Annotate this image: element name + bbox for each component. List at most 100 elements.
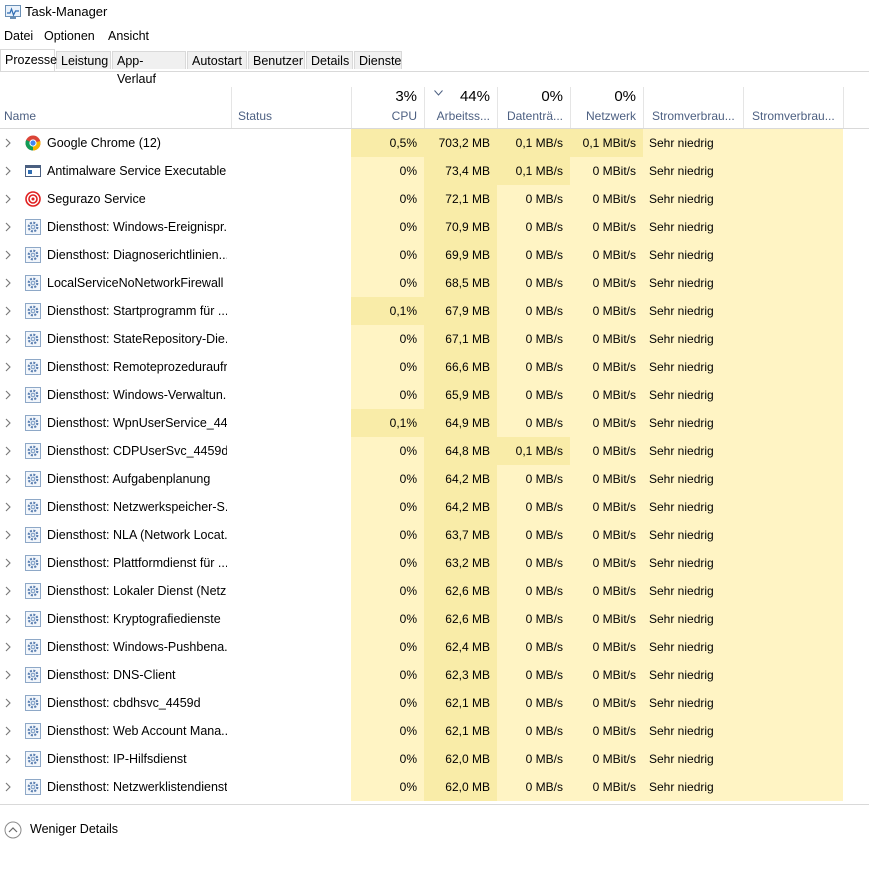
gear-icon <box>25 359 41 375</box>
expand-chevron-icon[interactable] <box>4 278 12 288</box>
expand-chevron-icon[interactable] <box>4 782 12 792</box>
table-row[interactable]: Diensthost: Windows-Pushbena... 0% 62,4 MB… <box>0 633 869 661</box>
power-usage-value: Sehr niedrig <box>643 773 743 801</box>
expand-chevron-icon[interactable] <box>4 586 12 596</box>
expand-chevron-icon[interactable] <box>4 166 12 176</box>
expand-chevron-icon[interactable] <box>4 614 12 624</box>
table-row[interactable]: Diensthost: Netzwerkspeicher-S... 0% 64,2 … <box>0 493 869 521</box>
title-bar: Task-Manager <box>0 0 874 24</box>
table-row[interactable]: Diensthost: Kryptografiedienste 0% 62,6 MB… <box>0 605 869 633</box>
power-trend-value <box>743 717 843 745</box>
expand-chevron-icon[interactable] <box>4 334 12 344</box>
table-row[interactable]: Diensthost: Startprogramm für ... 0,1% 67,… <box>0 297 869 325</box>
power-usage-value: Sehr niedrig <box>643 689 743 717</box>
column-header-name[interactable]: Name <box>0 87 231 128</box>
table-row[interactable]: Diensthost: Lokaler Dienst (Netz... 0% 62,… <box>0 577 869 605</box>
tab-benutzer[interactable]: Benutzer <box>248 51 305 69</box>
fewer-details-link[interactable]: Weniger Details <box>30 822 118 836</box>
column-header-power-trend[interactable]: Stromverbrau... <box>743 87 843 128</box>
table-row[interactable]: Diensthost: Windows-Ereignispr... 0% 70,9 … <box>0 213 869 241</box>
column-header-memory[interactable]: 44% Arbeitss... <box>424 87 497 128</box>
table-row[interactable]: Diensthost: Netzwerklistendienst 0% 62,0 M… <box>0 773 869 801</box>
tab-autostart[interactable]: Autostart <box>187 51 247 69</box>
table-row[interactable]: Segurazo Service 0% 72,1 MB 0 MB/s 0 MBit/s S… <box>0 185 869 213</box>
network-value: 0 MBit/s <box>570 241 643 269</box>
cpu-value: 0% <box>351 745 424 773</box>
process-name: Diensthost: CDPUserSvc_4459d <box>47 444 227 458</box>
expand-chevron-icon[interactable] <box>4 530 12 540</box>
disk-value: 0 MB/s <box>497 465 570 493</box>
tab-dienste[interactable]: Dienste <box>354 51 402 69</box>
power-trend-value <box>743 689 843 717</box>
power-usage-value: Sehr niedrig <box>643 269 743 297</box>
disk-value: 0 MB/s <box>497 241 570 269</box>
memory-value: 64,2 MB <box>424 493 497 521</box>
table-row[interactable]: LocalServiceNoNetworkFirewall ... 0% 68,5 … <box>0 269 869 297</box>
expand-chevron-icon[interactable] <box>4 194 12 204</box>
collapse-up-icon[interactable] <box>4 821 22 839</box>
power-usage-value: Sehr niedrig <box>643 213 743 241</box>
expand-chevron-icon[interactable] <box>4 306 12 316</box>
tab-leistung[interactable]: Leistung <box>56 51 111 69</box>
column-header-cpu[interactable]: 3% CPU <box>351 87 424 128</box>
table-row[interactable]: Diensthost: NLA (Network Locat... 0% 63,7 … <box>0 521 869 549</box>
gear-icon <box>25 555 41 571</box>
table-row[interactable]: Diensthost: DNS-Client 0% 62,3 MB 0 MB/s 0 M… <box>0 661 869 689</box>
table-row[interactable]: Diensthost: Windows-Verwaltun... 0% 65,9 M… <box>0 381 869 409</box>
memory-value: 67,9 MB <box>424 297 497 325</box>
tab-prozesse[interactable]: Prozesse <box>0 49 57 71</box>
cpu-value: 0% <box>351 353 424 381</box>
table-row[interactable]: Diensthost: cbdhsvc_4459d 0% 62,1 MB 0 MB/s… <box>0 689 869 717</box>
column-header-status[interactable]: Status <box>231 87 351 128</box>
column-header-disk[interactable]: 0% Datenträ... <box>497 87 570 128</box>
memory-value: 62,3 MB <box>424 661 497 689</box>
table-row[interactable]: Google Chrome (12) 0,5% 703,2 MB 0,1 MB/s 0,… <box>0 129 869 157</box>
table-row[interactable]: Diensthost: IP-Hilfsdienst 0% 62,0 MB 0 MB/… <box>0 745 869 773</box>
cpu-value: 0% <box>351 437 424 465</box>
memory-value: 64,8 MB <box>424 437 497 465</box>
gear-icon <box>25 387 41 403</box>
table-row[interactable]: Diensthost: CDPUserSvc_4459d 0% 64,8 MB 0,1… <box>0 437 869 465</box>
expand-chevron-icon[interactable] <box>4 502 12 512</box>
memory-value: 62,0 MB <box>424 745 497 773</box>
expand-chevron-icon[interactable] <box>4 446 12 456</box>
tab-app-verlauf[interactable]: App-Verlauf <box>112 51 186 86</box>
table-row[interactable]: Diensthost: Remoteprozeduraufr... 0% 66,6 … <box>0 353 869 381</box>
expand-chevron-icon[interactable] <box>4 670 12 680</box>
table-row[interactable]: Diensthost: Diagnoserichtlinien... 0% 69,9… <box>0 241 869 269</box>
table-row[interactable]: Diensthost: Web Account Mana... 0% 62,1 MB… <box>0 717 869 745</box>
menu-datei[interactable]: Datei <box>4 29 33 43</box>
disk-total: 0% <box>541 88 563 105</box>
memory-value: 68,5 MB <box>424 269 497 297</box>
cpu-value: 0,5% <box>351 129 424 157</box>
menu-ansicht[interactable]: Ansicht <box>108 29 149 43</box>
expand-chevron-icon[interactable] <box>4 726 12 736</box>
expand-chevron-icon[interactable] <box>4 474 12 484</box>
expand-chevron-icon[interactable] <box>4 642 12 652</box>
column-header-power[interactable]: Stromverbrau... <box>643 87 743 128</box>
expand-chevron-icon[interactable] <box>4 362 12 372</box>
menu-bar: Datei Optionen Ansicht <box>0 28 874 46</box>
table-row[interactable]: Diensthost: StateRepository-Die... 0% 67,1… <box>0 325 869 353</box>
expand-chevron-icon[interactable] <box>4 250 12 260</box>
expand-chevron-icon[interactable] <box>4 138 12 148</box>
table-row[interactable]: Antimalware Service Executable 0% 73,4 MB 0… <box>0 157 869 185</box>
table-row[interactable]: Diensthost: WpnUserService_44... 0,1% 64,9… <box>0 409 869 437</box>
process-name: Segurazo Service <box>47 192 146 206</box>
power-trend-value <box>743 269 843 297</box>
expand-chevron-icon[interactable] <box>4 222 12 232</box>
memory-value: 703,2 MB <box>424 129 497 157</box>
expand-chevron-icon[interactable] <box>4 558 12 568</box>
table-row[interactable]: Diensthost: Plattformdienst für ... 0% 63,… <box>0 549 869 577</box>
expand-chevron-icon[interactable] <box>4 754 12 764</box>
expand-chevron-icon[interactable] <box>4 418 12 428</box>
expand-chevron-icon[interactable] <box>4 698 12 708</box>
tab-details[interactable]: Details <box>306 51 353 69</box>
column-header-network[interactable]: 0% Netzwerk <box>570 87 643 128</box>
table-row[interactable]: Diensthost: Aufgabenplanung 0% 64,2 MB 0 MB… <box>0 465 869 493</box>
status-cell <box>231 521 351 549</box>
expand-chevron-icon[interactable] <box>4 390 12 400</box>
disk-value: 0 MB/s <box>497 605 570 633</box>
menu-optionen[interactable]: Optionen <box>44 29 95 43</box>
process-name: Diensthost: Web Account Mana... <box>47 724 227 738</box>
